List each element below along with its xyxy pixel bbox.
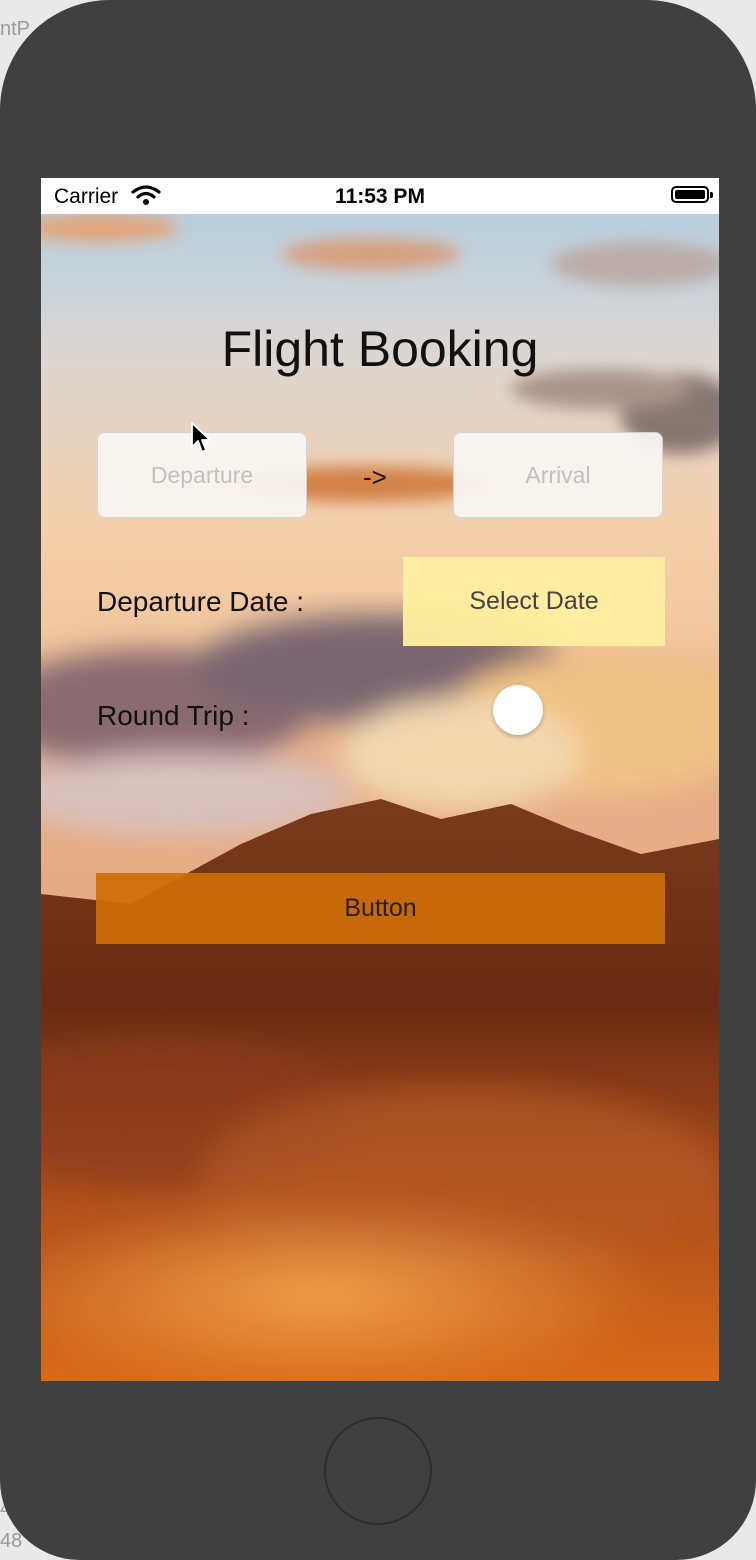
select-date-button[interactable]: Select Date: [403, 557, 665, 646]
primary-button[interactable]: Button: [96, 873, 665, 944]
toggle-knob: [493, 685, 543, 735]
page-title: Flight Booking: [221, 321, 539, 377]
home-button[interactable]: [324, 1417, 432, 1525]
sunset-background-image: [41, 214, 719, 1381]
round-trip-toggle[interactable]: [480, 685, 592, 735]
iphone-device-frame: Carrier 11:53 PM Flight Booking Departur…: [0, 0, 756, 1560]
arrival-field[interactable]: Arrival: [453, 432, 663, 518]
cursor-icon: [191, 422, 211, 453]
battery-icon: [671, 186, 713, 203]
background-text-bottom-2: 48: [0, 1530, 23, 1552]
status-time: 11:53 PM: [335, 185, 425, 208]
status-bar: Carrier 11:53 PM: [41, 178, 719, 214]
departure-date-label: Departure Date :: [97, 586, 304, 617]
route-arrow: ->: [363, 462, 387, 492]
round-trip-label: Round Trip :: [97, 700, 250, 731]
app-view: Flight Booking Departure -> Arrival Depa…: [41, 214, 719, 1381]
device-screen: Carrier 11:53 PM Flight Booking Departur…: [41, 178, 719, 1381]
